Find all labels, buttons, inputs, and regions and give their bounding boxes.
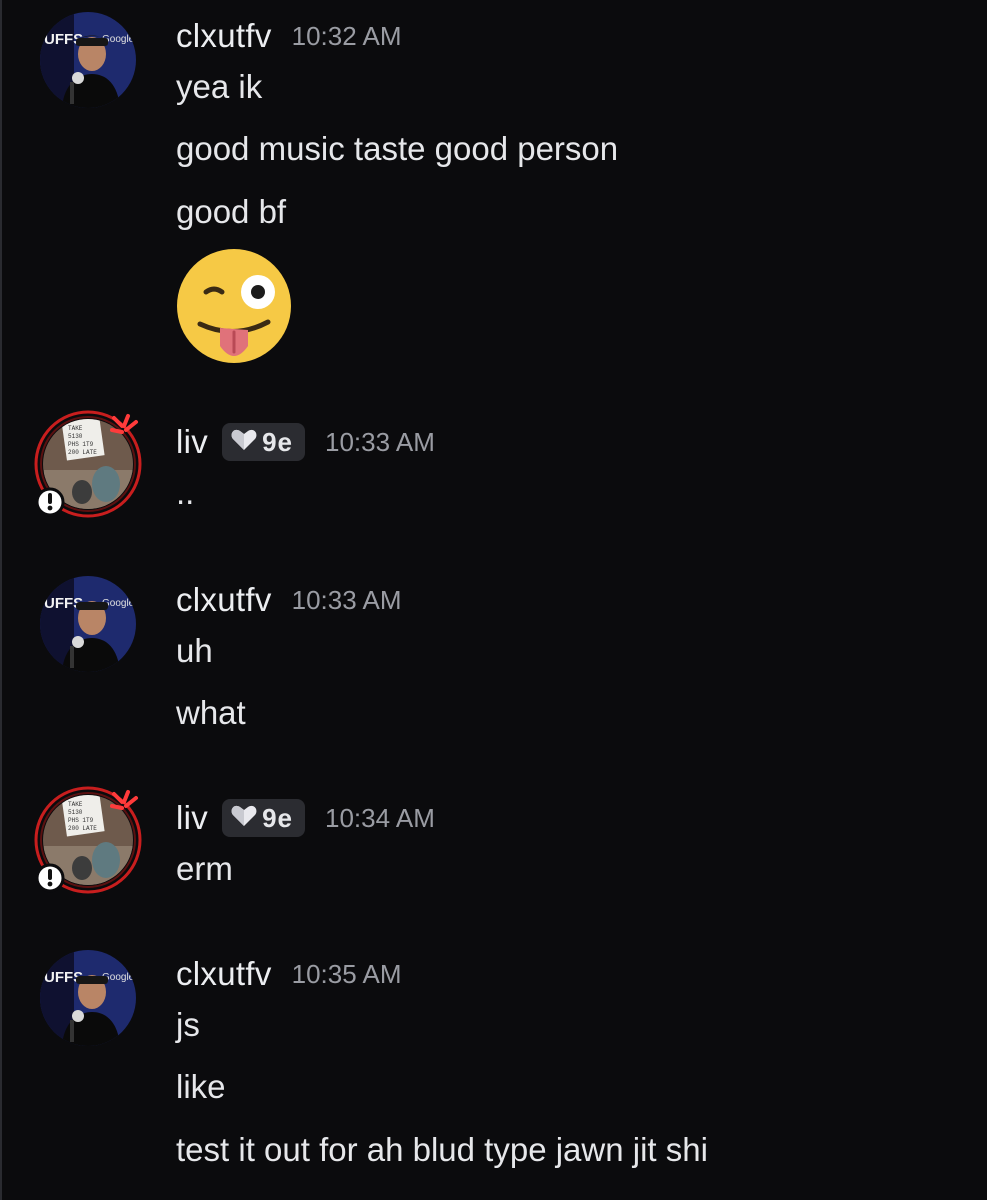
avatar-liv[interactable]: TAKE 5130 PHS 1T9 200 LATE: [34, 786, 142, 894]
heart-icon: [230, 428, 258, 457]
timestamp[interactable]: 10:35 AM: [292, 959, 402, 990]
username[interactable]: clxutfv: [176, 17, 272, 55]
message-text: js: [176, 1006, 200, 1043]
message-text: yea ik: [176, 68, 263, 105]
svg-text:PHS 1T9: PHS 1T9: [68, 817, 94, 824]
guild-tag-text: 9e: [262, 426, 293, 457]
message-text: ..: [176, 474, 195, 511]
message-header: clxutfv 10:35 AM: [176, 952, 401, 996]
message-text: good music taste good person: [176, 130, 619, 167]
timestamp[interactable]: 10:33 AM: [325, 427, 435, 458]
winking-face-with-tongue-icon[interactable]: [176, 248, 292, 364]
message-text: uh: [176, 632, 213, 669]
username[interactable]: clxutfv: [176, 955, 272, 993]
svg-text:TAKE: TAKE: [68, 425, 83, 432]
guild-tag[interactable]: 9e: [222, 799, 305, 837]
avatar-liv[interactable]: TAKE 5130 PHS 1T9 200 LATE: [34, 410, 142, 518]
svg-text:5130: 5130: [68, 809, 83, 816]
svg-text:200 LATE: 200 LATE: [68, 825, 97, 832]
timestamp[interactable]: 10:34 AM: [325, 803, 435, 834]
message-text: test it out for ah blud type jawn jit sh…: [176, 1131, 708, 1168]
avatar-clxutfv[interactable]: UFFS Google: [40, 950, 136, 1046]
message-text: like: [176, 1068, 226, 1105]
message-text: erm: [176, 850, 233, 887]
message-header: clxutfv 10:33 AM: [176, 578, 401, 622]
username[interactable]: liv: [176, 799, 208, 837]
username[interactable]: liv: [176, 423, 208, 461]
message-header: clxutfv 10:32 AM: [176, 14, 401, 58]
svg-text:PHS 1T9: PHS 1T9: [68, 441, 94, 448]
svg-text:5130: 5130: [68, 433, 83, 440]
timestamp[interactable]: 10:32 AM: [292, 21, 402, 52]
message-text: what: [176, 694, 246, 731]
message-header: liv 9e 10:34 AM: [176, 796, 435, 840]
svg-text:TAKE: TAKE: [68, 801, 83, 808]
heart-icon: [230, 804, 258, 833]
guild-tag[interactable]: 9e: [222, 423, 305, 461]
message-header: liv 9e 10:33 AM: [176, 420, 435, 464]
svg-text:200 LATE: 200 LATE: [68, 449, 97, 456]
username[interactable]: clxutfv: [176, 581, 272, 619]
message-text: good bf: [176, 193, 287, 230]
guild-tag-text: 9e: [262, 802, 293, 833]
timestamp[interactable]: 10:33 AM: [292, 585, 402, 616]
avatar-clxutfv[interactable]: UFFS Google: [40, 576, 136, 672]
channel-divider: [0, 0, 2, 1200]
avatar-clxutfv[interactable]: UFFS Google: [40, 12, 136, 108]
